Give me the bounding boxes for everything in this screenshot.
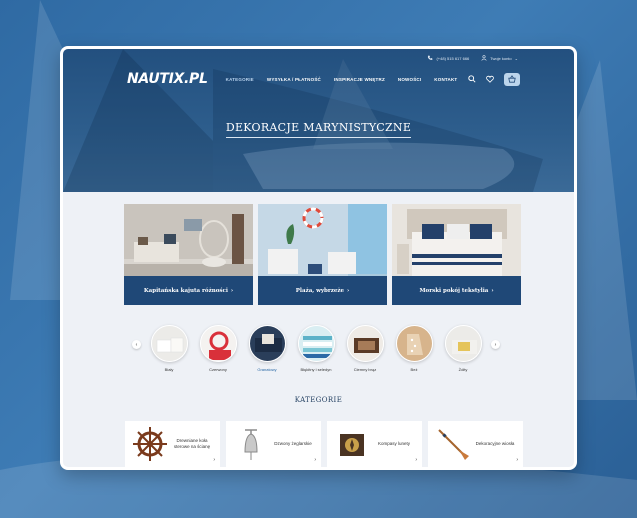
category-label: Kompasy lunety bbox=[377, 441, 411, 447]
categories-title: KATEGORIE bbox=[294, 396, 343, 404]
color-carousel: ‹ Biały Czerwony Granatowy Błękitny i se… bbox=[132, 325, 512, 372]
menu-item-nowosci[interactable]: NOWOŚCI bbox=[398, 77, 421, 82]
menu-item-wysylka[interactable]: WYSYŁKA / PŁATNOŚĆ bbox=[267, 77, 321, 82]
chevron-right-icon: › bbox=[314, 457, 316, 463]
menu-item-kategorie[interactable]: KATEGORIE bbox=[226, 77, 254, 82]
color-thumb-granatowy bbox=[248, 325, 286, 362]
color-item-czerwony[interactable]: Czerwony bbox=[199, 325, 237, 372]
chevron-down-icon: ⌄ bbox=[514, 55, 518, 61]
hero-title: DEKORACJE MARYNISTYCZNE bbox=[63, 121, 574, 138]
website-frame: (+48) 515 617 666 Twoje konto ⌄ NAUTIX.P… bbox=[60, 46, 577, 470]
carousel-prev-button[interactable]: ‹ bbox=[132, 340, 141, 349]
feature-label-pokoj: Morski pokój tekstylia › bbox=[392, 276, 521, 305]
phone-link[interactable]: (+48) 515 617 666 bbox=[427, 55, 469, 61]
menu-item-kontakt[interactable]: KONTAKT bbox=[434, 77, 457, 82]
feature-label-text: Plaża, wybrzeże bbox=[295, 287, 345, 294]
category-card-dzwony[interactable]: Dzwony żeglarskie › bbox=[226, 421, 321, 467]
basket-icon bbox=[508, 75, 516, 83]
account-label: Twoje konto bbox=[490, 55, 512, 61]
hero-title-text: DEKORACJE MARYNISTYCZNE bbox=[225, 121, 412, 138]
category-label: Drewniane koła sterowe na ścianę bbox=[173, 438, 211, 449]
color-item-ciemny-braz[interactable]: Ciemny brąz bbox=[346, 325, 384, 372]
color-thumb-czerwony bbox=[199, 325, 237, 362]
chevron-right-icon: › bbox=[516, 457, 518, 463]
category-card-kola[interactable]: Drewniane koła sterowe na ścianę › bbox=[125, 421, 220, 467]
category-label: Dekoracyjne wiosła bbox=[475, 441, 515, 447]
top-bar: (+48) 515 617 666 Twoje konto ⌄ bbox=[427, 55, 518, 61]
hero-banner: (+48) 515 617 666 Twoje konto ⌄ NAUTIX.P… bbox=[63, 49, 574, 192]
feature-card-pokoj[interactable]: Morski pokój tekstylia › bbox=[392, 204, 521, 305]
color-label: Ciemny brąz bbox=[353, 367, 377, 372]
category-label: Dzwony żeglarskie bbox=[274, 441, 312, 447]
feature-label-text: Morski pokój tekstylia bbox=[419, 287, 489, 294]
feature-card-plaza[interactable]: Plaża, wybrzeże › bbox=[258, 204, 387, 305]
cart-button[interactable] bbox=[504, 72, 520, 86]
color-item-bez[interactable]: Beż bbox=[395, 325, 433, 372]
chevron-right-icon: › bbox=[230, 287, 234, 294]
categories-row: Drewniane koła sterowe na ścianę › Dzwon… bbox=[125, 421, 523, 467]
feature-card-kajuta[interactable]: Kapitańska kajuta różności › bbox=[124, 204, 253, 305]
color-thumb-bialy bbox=[150, 325, 188, 362]
color-item-bialy[interactable]: Biały bbox=[150, 325, 188, 372]
category-card-kompasy[interactable]: Kompasy lunety › bbox=[327, 421, 422, 467]
category-card-wiosla[interactable]: Dekoracyjne wiosła › bbox=[428, 421, 523, 467]
phone-icon bbox=[428, 55, 433, 60]
color-thumb-zolty bbox=[444, 325, 482, 362]
feature-label-plaza: Plaża, wybrzeże › bbox=[258, 276, 387, 305]
chevron-right-icon: › bbox=[347, 287, 350, 294]
chevron-right-icon: › bbox=[491, 287, 494, 294]
color-label: Żółty bbox=[458, 367, 468, 372]
color-label: Granatowy bbox=[257, 367, 277, 372]
color-label: Beż bbox=[410, 367, 418, 372]
color-label: Błękitny i seledyn bbox=[300, 367, 332, 372]
color-item-blekitny[interactable]: Błękitny i seledyn bbox=[297, 325, 335, 372]
oar-icon bbox=[438, 429, 469, 460]
account-link[interactable]: Twoje konto ⌄ bbox=[481, 55, 518, 61]
bell-icon bbox=[244, 429, 258, 460]
logo[interactable]: NAUTIX.PL bbox=[127, 71, 208, 87]
color-item-zolty[interactable]: Żółty bbox=[444, 325, 482, 372]
main-nav: NAUTIX.PL KATEGORIE WYSYŁKA / PŁATNOŚĆ I… bbox=[127, 71, 520, 87]
color-thumb-blekitny bbox=[297, 325, 335, 362]
color-label: Biały bbox=[164, 367, 174, 372]
compass-icon bbox=[340, 434, 364, 456]
color-thumb-ciemny-braz bbox=[346, 325, 384, 362]
color-thumb-bez bbox=[395, 325, 433, 362]
user-icon bbox=[481, 55, 487, 61]
carousel-next-button[interactable]: › bbox=[491, 340, 500, 349]
feature-cards: Kapitańska kajuta różności › Plaża, wybr… bbox=[124, 204, 521, 305]
heart-icon[interactable] bbox=[486, 75, 494, 83]
chevron-right-icon: › bbox=[213, 457, 215, 463]
color-label: Czerwony bbox=[209, 367, 227, 372]
color-item-granatowy[interactable]: Granatowy bbox=[248, 325, 286, 372]
menu: KATEGORIE WYSYŁKA / PŁATNOŚĆ INSPIRACJE … bbox=[226, 77, 458, 82]
ship-wheel-icon bbox=[133, 427, 167, 461]
phone-number: (+48) 515 617 666 bbox=[436, 55, 470, 61]
feature-label-kajuta: Kapitańska kajuta różności › bbox=[124, 276, 253, 305]
feature-label-text: Kapitańska kajuta różności bbox=[143, 287, 228, 294]
color-list: Biały Czerwony Granatowy Błękitny i sele… bbox=[150, 325, 482, 372]
nav-icons bbox=[468, 72, 520, 86]
menu-item-inspiracje[interactable]: INSPIRACJE WNĘTRZ bbox=[334, 77, 385, 82]
chevron-right-icon: › bbox=[415, 457, 417, 463]
search-icon[interactable] bbox=[468, 75, 476, 83]
